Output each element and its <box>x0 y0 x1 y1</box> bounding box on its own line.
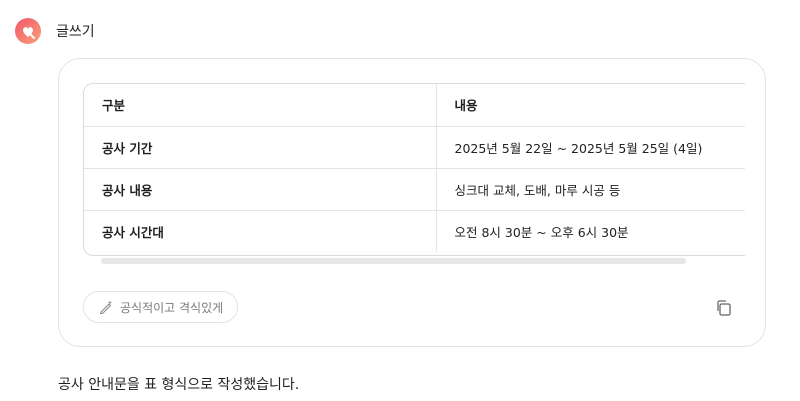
chip-label: 공식적이고 격식있게 <box>120 300 224 315</box>
response-message: 공사 안내문을 표 형식으로 작성했습니다. <box>58 377 300 393</box>
horizontal-scrollbar[interactable] <box>101 258 686 264</box>
pen-sparkle-icon <box>99 300 112 315</box>
column-header-content: 내용 <box>436 84 745 127</box>
construction-table: 구분 내용 공사 기간 2025년 5월 22일 ~ 2025년 5월 25일 … <box>83 83 745 256</box>
response-header: 글쓰기 <box>14 17 95 45</box>
row-value: 2025년 5월 22일 ~ 2025년 5월 25일 (4일) <box>436 126 745 169</box>
table-row: 공사 기간 2025년 5월 22일 ~ 2025년 5월 25일 (4일) <box>84 126 745 169</box>
response-card: 구분 내용 공사 기간 2025년 5월 22일 ~ 2025년 5월 25일 … <box>58 58 766 347</box>
row-label: 공사 시간대 <box>84 210 437 252</box>
row-label: 공사 내용 <box>84 168 437 211</box>
formal-tone-chip[interactable]: 공식적이고 격식있게 <box>83 291 239 323</box>
gemini-heart-icon <box>15 18 41 44</box>
row-value: 오전 8시 30분 ~ 오후 6시 30분 <box>454 224 629 240</box>
table-header-row: 구분 내용 <box>84 84 745 127</box>
row-value: 싱크대 교체, 도배, 마루 시공 등 <box>436 168 745 211</box>
app-name: 글쓰기 <box>56 24 95 40</box>
column-header-category: 구분 <box>84 84 437 127</box>
row-label: 공사 기간 <box>84 126 437 169</box>
copy-icon[interactable] <box>715 299 733 317</box>
table-row: 공사 내용 싱크대 교체, 도배, 마루 시공 등 <box>84 168 745 211</box>
table-row: 공사 시간대 오전 8시 30분 ~ 오후 6시 30분 <box>84 210 745 252</box>
